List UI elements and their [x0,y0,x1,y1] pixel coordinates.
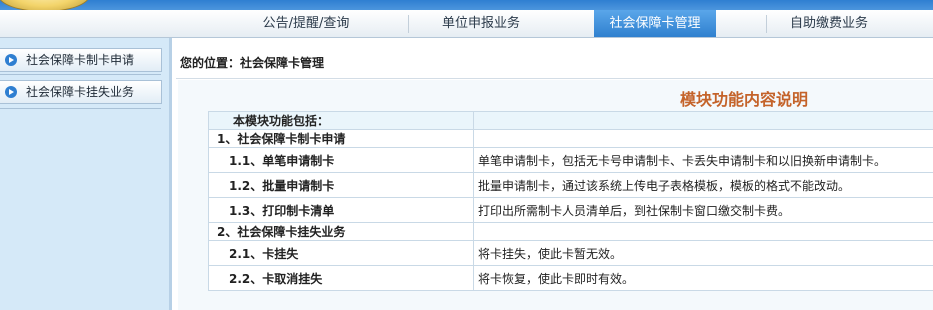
table-row: 2.2、卡取消挂失 将卡恢复，使此卡即时有效。 [208,265,933,291]
section-desc-blank [473,222,933,241]
function-name: 1.2、批量申请制卡 [208,172,474,198]
function-desc: 将卡恢复，使此卡即时有效。 [473,265,933,291]
sidebar-item-card-application[interactable]: 社会保障卡制卡申请 [0,48,162,72]
sidebar: 社会保障卡制卡申请 社会保障卡挂失业务 [0,38,169,310]
nav-tab-unit-declaration[interactable]: 单位申报业务 [420,10,542,37]
breadcrumb: 您的位置：社会保障卡管理 [180,56,325,70]
function-desc: 批量申请制卡，通过该系统上传电子表格模板，模板的格式不能改动。 [473,172,933,198]
function-desc: 打印出所需制卡人员清单后，到社保制卡窗口缴交制卡费。 [473,197,933,223]
sidebar-item-label: 社会保障卡制卡申请 [26,53,135,67]
sidebar-divider [0,108,161,109]
table-header: 本模块功能包括： [208,111,474,130]
table-row: 2.1、卡挂失 将卡挂失，使此卡暂无效。 [208,240,933,266]
breadcrumb-rule [176,78,933,79]
function-desc: 将卡挂失，使此卡暂无效。 [473,240,933,266]
nav-tab-self-payment[interactable]: 自助缴费业务 [768,10,890,37]
nav-divider [408,15,409,33]
nav-tab-social-security-card[interactable]: 社会保障卡管理 [594,10,716,37]
table-row: 1.2、批量申请制卡 批量申请制卡，通过该系统上传电子表格模板，模板的格式不能改… [208,172,933,198]
function-desc: 单笔申请制卡，包括无卡号申请制卡、卡丢失申请制卡和以旧换新申请制卡。 [473,147,933,173]
function-name: 1.1、单笔申请制卡 [208,147,474,173]
function-name: 2.1、卡挂失 [208,240,474,266]
top-banner [0,0,933,12]
sidebar-item-card-loss[interactable]: 社会保障卡挂失业务 [0,80,162,104]
sidebar-item-label: 社会保障卡挂失业务 [26,85,135,99]
main-nav: 公告/提醒/查询 单位申报业务 社会保障卡管理 自助缴费业务 [0,10,933,38]
section-label: 1、社会保障卡制卡申请 [208,129,474,148]
section-label: 2、社会保障卡挂失业务 [208,222,474,241]
section-row: 1、社会保障卡制卡申请 [208,129,933,148]
nav-tab-notices[interactable]: 公告/提醒/查询 [245,10,367,37]
play-circle-icon [5,86,17,98]
function-name: 1.3、打印制卡清单 [208,197,474,223]
nav-divider [766,15,767,33]
main-content: 您的位置：社会保障卡管理 模块功能内容说明 本模块功能包括： 1、社会保障卡制卡… [172,38,933,310]
sidebar-divider [0,74,161,75]
module-title: 模块功能内容说明 [680,90,809,109]
section-desc-blank [473,129,933,148]
table-header-blank [473,111,933,130]
function-name: 2.2、卡取消挂失 [208,265,474,291]
table-row: 1.1、单笔申请制卡 单笔申请制卡，包括无卡号申请制卡、卡丢失申请制卡和以旧换新… [208,147,933,173]
section-row: 2、社会保障卡挂失业务 [208,222,933,241]
table-header-row: 本模块功能包括： [208,111,933,130]
function-table: 本模块功能包括： 1、社会保障卡制卡申请 1.1、单笔申请制卡 单笔申请制卡，包… [208,111,933,291]
play-circle-icon [5,54,17,66]
table-row: 1.3、打印制卡清单 打印出所需制卡人员清单后，到社保制卡窗口缴交制卡费。 [208,197,933,223]
